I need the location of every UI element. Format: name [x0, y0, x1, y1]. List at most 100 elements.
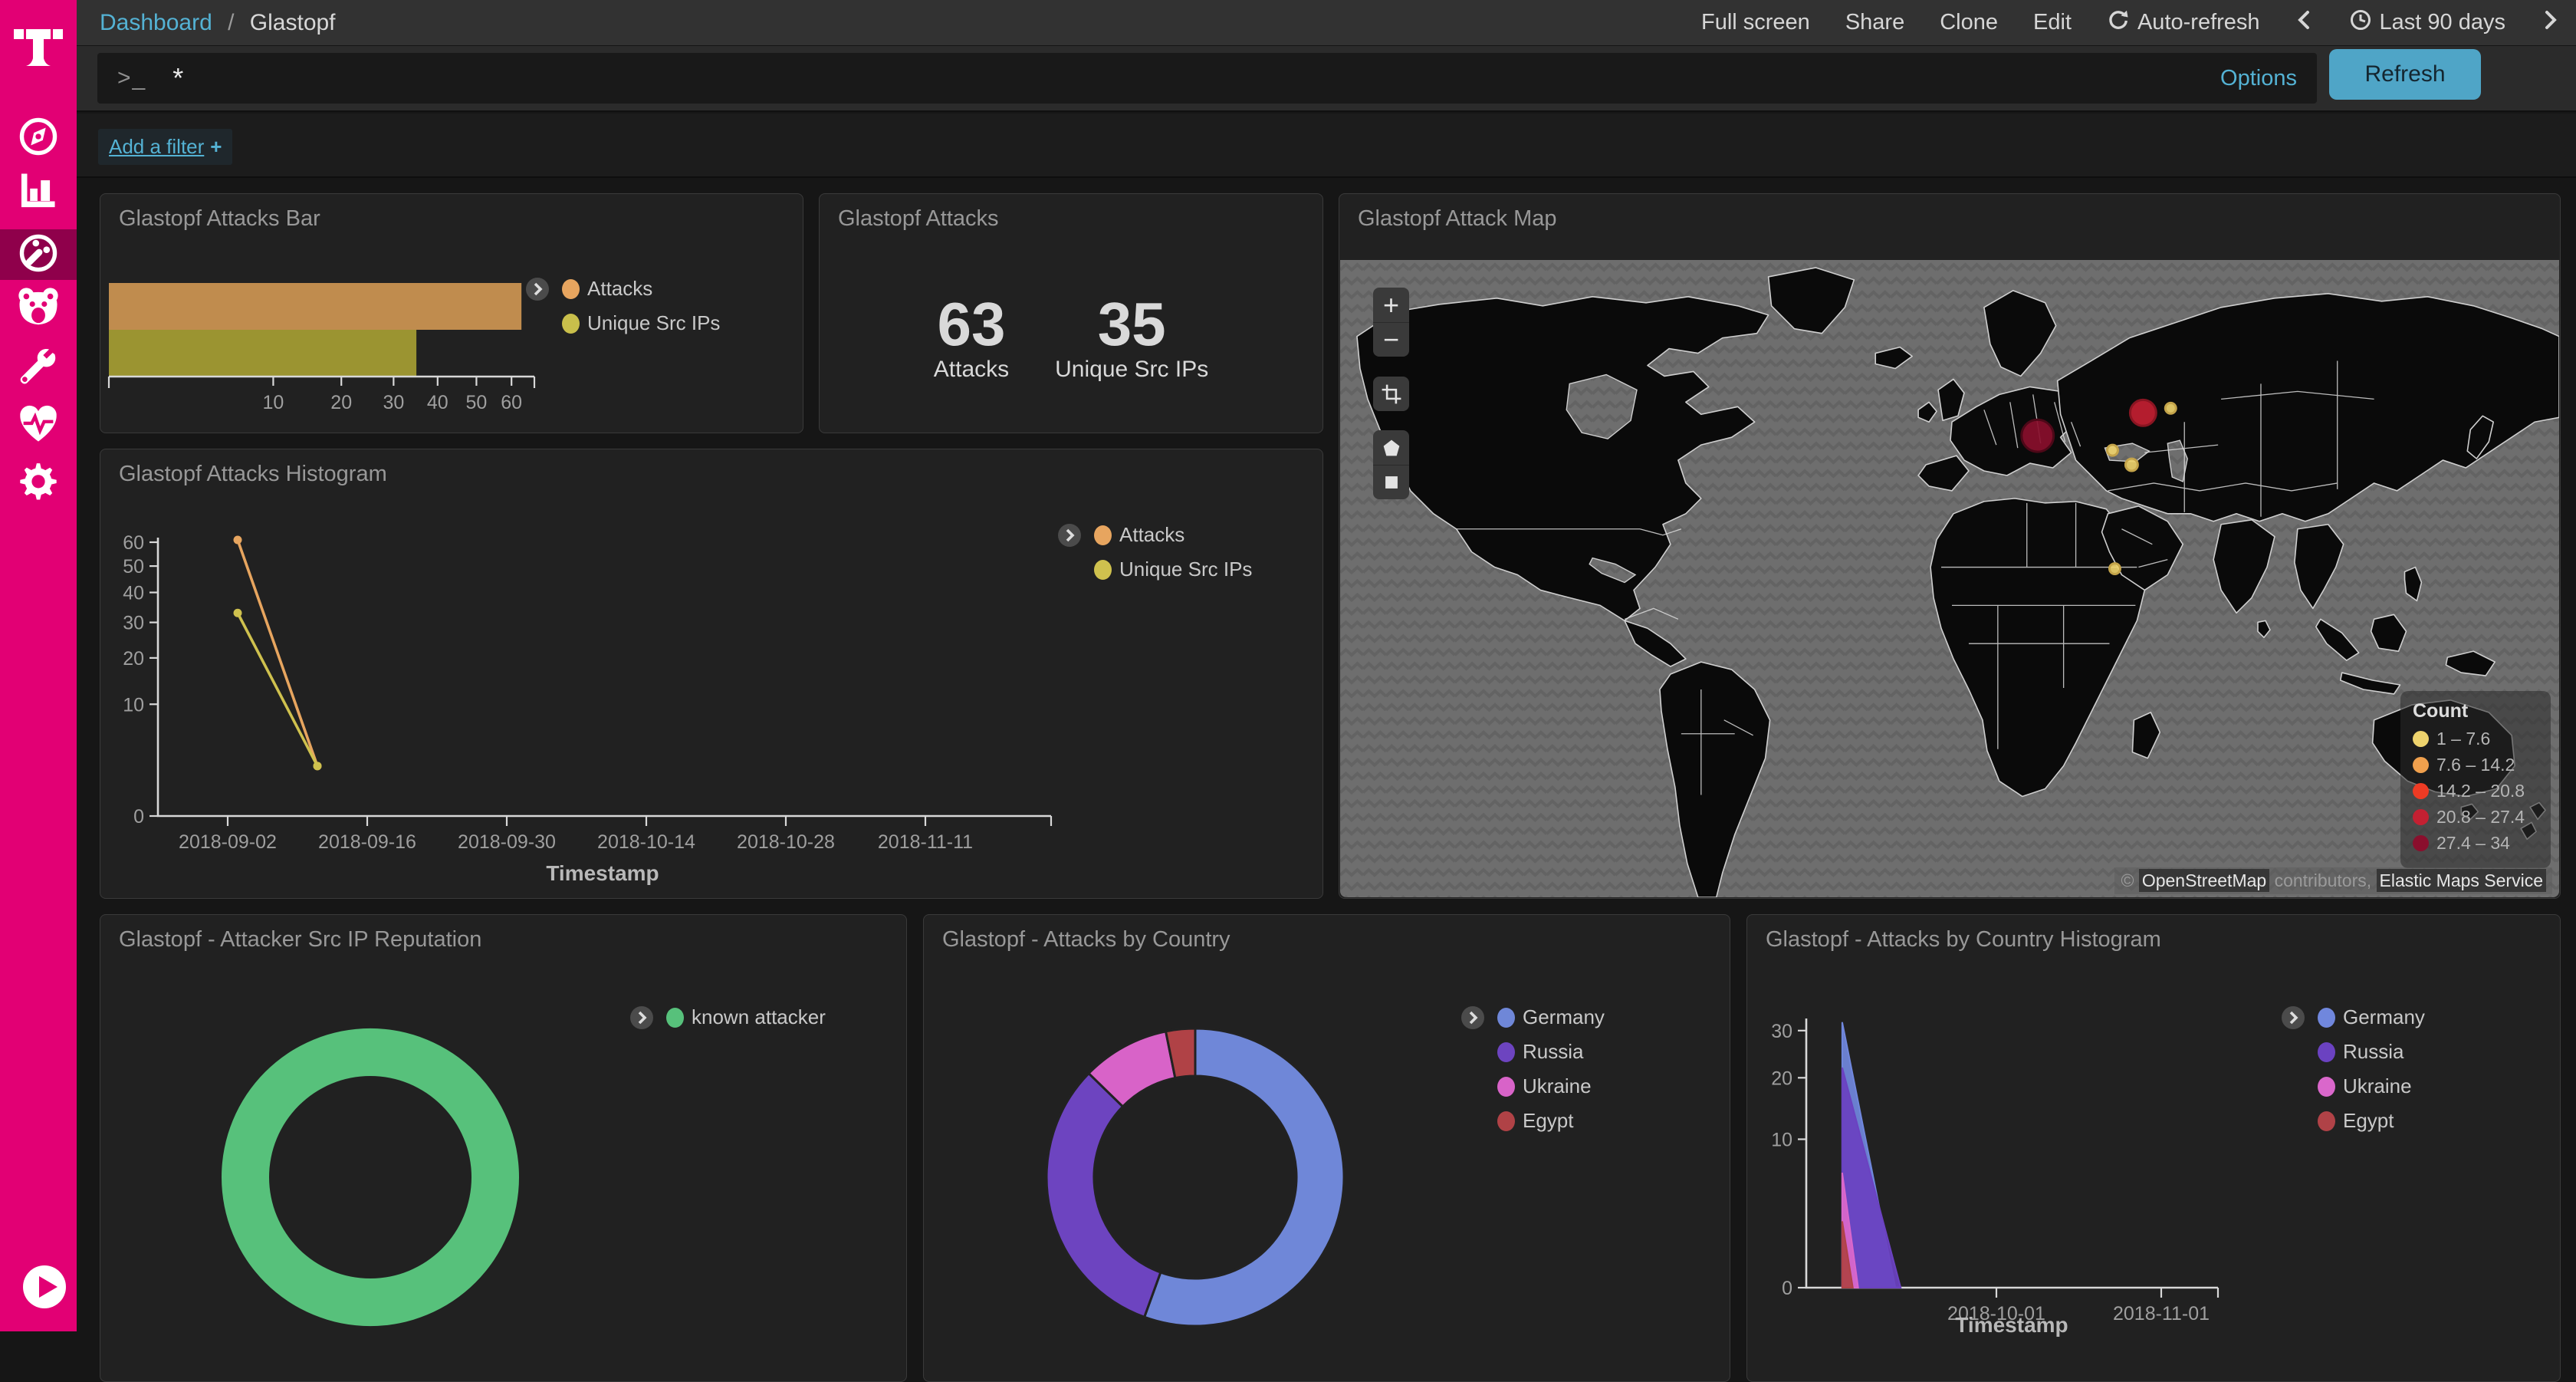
legend-item[interactable]: Russia: [1497, 1040, 1605, 1064]
legend-swatch: [1497, 1008, 1515, 1028]
metric-label: Unique Src IPs: [1055, 357, 1208, 383]
search-input[interactable]: >_ * Options: [97, 53, 2317, 104]
query-prompt-icon: >_: [117, 65, 146, 91]
query-text[interactable]: *: [172, 62, 183, 94]
svg-text:30: 30: [383, 392, 404, 413]
time-range-picker[interactable]: Last 90 days: [2349, 8, 2505, 38]
legend-item[interactable]: known attacker: [666, 1005, 826, 1029]
panel-attacks-metric: Glastopf Attacks 63 Attacks 35 Unique Sr…: [819, 193, 1323, 433]
sidebar-item-management[interactable]: [0, 459, 77, 510]
options-link[interactable]: Options: [2220, 66, 2297, 91]
legend-swatch: [1497, 1077, 1515, 1097]
reputation-donut-chart[interactable]: [100, 915, 907, 1382]
panel-attack-map: Glastopf Attack Map: [1339, 193, 2561, 899]
draw-polygon-icon[interactable]: [1373, 430, 1409, 465]
gauge-icon: [17, 232, 60, 278]
legend-label: Germany: [1523, 1005, 1605, 1029]
legend-item[interactable]: Ukraine: [2318, 1074, 2425, 1098]
add-filter-button[interactable]: Add a filter+: [98, 129, 232, 165]
time-forward-button[interactable]: [2541, 8, 2559, 38]
svg-text:0: 0: [133, 806, 144, 828]
legend-label: Attacks: [1119, 523, 1184, 547]
legend-item[interactable]: Attacks: [562, 277, 720, 301]
legend-item[interactable]: Attacks: [1094, 523, 1252, 547]
legend-swatch: [2413, 809, 2429, 825]
legend-collapse-icon[interactable]: [1057, 523, 1082, 551]
draw-rectangle-icon[interactable]: [1373, 465, 1409, 499]
t-mobile-logo[interactable]: [14, 9, 63, 77]
svg-text:40: 40: [123, 583, 144, 604]
legend-swatch: [2318, 1008, 2335, 1028]
legend-label: Germany: [2343, 1005, 2425, 1029]
sidebar-item-visualize[interactable]: [0, 166, 77, 217]
svg-text:60: 60: [501, 392, 522, 413]
legend-item[interactable]: Unique Src IPs: [1094, 558, 1252, 581]
panel-attacks-by-country: Glastopf - Attacks by Country GermanyRus…: [923, 914, 1730, 1382]
full-screen-button[interactable]: Full screen: [1701, 10, 1810, 35]
sidebar-collapse-button[interactable]: [21, 1264, 67, 1314]
legend-collapse-icon[interactable]: [1460, 1005, 1485, 1034]
metric-value: 35: [1055, 292, 1208, 357]
edit-button[interactable]: Edit: [2033, 10, 2072, 35]
legend-item[interactable]: Egypt: [1497, 1109, 1605, 1133]
legend-range-label: 1 – 7.6: [2436, 729, 2490, 749]
svg-text:Timestamp: Timestamp: [1955, 1313, 2068, 1337]
zoom-in-button[interactable]: +: [1373, 288, 1409, 322]
map-zoom-controls: + −: [1373, 288, 1409, 357]
legend-swatch: [2413, 757, 2429, 773]
panel-title: Glastopf Attack Map: [1358, 206, 1557, 232]
legend-collapse-icon[interactable]: [2281, 1005, 2305, 1034]
zoom-out-button[interactable]: −: [1373, 322, 1409, 357]
breadcrumb-dashboard-link[interactable]: Dashboard: [100, 10, 212, 35]
legend-collapse-icon[interactable]: [525, 277, 550, 305]
svg-text:0: 0: [1782, 1278, 1792, 1299]
legend-collapse-icon[interactable]: [629, 1005, 654, 1034]
legend-label: Ukraine: [2343, 1074, 2412, 1098]
svg-text:20: 20: [1771, 1068, 1792, 1089]
sidebar-item-timelion[interactable]: [0, 284, 77, 334]
attack-map[interactable]: [1340, 260, 2559, 897]
legend-range-label: 14.2 – 20.8: [2436, 781, 2525, 801]
legend-item[interactable]: Russia: [2318, 1040, 2425, 1064]
svg-text:2018-10-14: 2018-10-14: [597, 831, 695, 853]
legend-label: Egypt: [1523, 1109, 1574, 1133]
clone-button[interactable]: Clone: [1940, 10, 1998, 35]
auto-refresh-button[interactable]: Auto-refresh: [2107, 8, 2260, 38]
svg-text:30: 30: [1771, 1021, 1792, 1042]
attacks-histogram-chart[interactable]: 01020304050602018-09-022018-09-162018-09…: [100, 449, 1323, 899]
svg-text:10: 10: [1771, 1129, 1792, 1150]
country-histogram-chart[interactable]: 01020302018-10-012018-11-01Timestamp: [1747, 915, 2561, 1382]
legend-item[interactable]: Germany: [2318, 1005, 2425, 1029]
fit-data-bounds-icon[interactable]: [1373, 377, 1409, 411]
sidebar-item-monitoring[interactable]: [0, 400, 77, 451]
svg-text:2018-11-01: 2018-11-01: [2113, 1303, 2210, 1324]
chart-legend: known attacker: [666, 1005, 826, 1029]
chevron-right-icon: [2541, 8, 2559, 38]
panel-src-ip-reputation: Glastopf - Attacker Src IP Reputation kn…: [100, 914, 907, 1382]
osm-link[interactable]: OpenStreetMap: [2139, 869, 2269, 892]
svg-text:10: 10: [123, 694, 144, 716]
svg-text:40: 40: [427, 392, 449, 413]
breadcrumb-separator: /: [228, 10, 234, 35]
wrench-icon: [18, 346, 59, 391]
legend-label: Attacks: [587, 277, 652, 301]
sidebar-item-dev-tools[interactable]: [0, 343, 77, 393]
share-button[interactable]: Share: [1845, 10, 1904, 35]
map-legend-item: 27.4 – 34: [2413, 833, 2538, 854]
refresh-button[interactable]: Refresh: [2329, 49, 2481, 100]
ems-link[interactable]: Elastic Maps Service: [2377, 869, 2546, 892]
legend-item[interactable]: Unique Src IPs: [562, 311, 720, 335]
time-back-button[interactable]: [2295, 8, 2314, 38]
svg-text:2018-09-16: 2018-09-16: [318, 831, 416, 853]
svg-text:50: 50: [123, 556, 144, 577]
legend-range-label: 27.4 – 34: [2436, 833, 2510, 854]
legend-item[interactable]: Egypt: [2318, 1109, 2425, 1133]
legend-item[interactable]: Germany: [1497, 1005, 1605, 1029]
sidebar: [0, 0, 77, 1331]
legend-item[interactable]: Ukraine: [1497, 1074, 1605, 1098]
sidebar-item-discover[interactable]: [0, 113, 77, 163]
panel-attacks-by-country-histogram: Glastopf - Attacks by Country Histogram …: [1746, 914, 2561, 1382]
country-donut-chart[interactable]: [924, 915, 1730, 1382]
sidebar-item-dashboard[interactable]: [0, 229, 77, 280]
svg-text:20: 20: [330, 392, 352, 413]
